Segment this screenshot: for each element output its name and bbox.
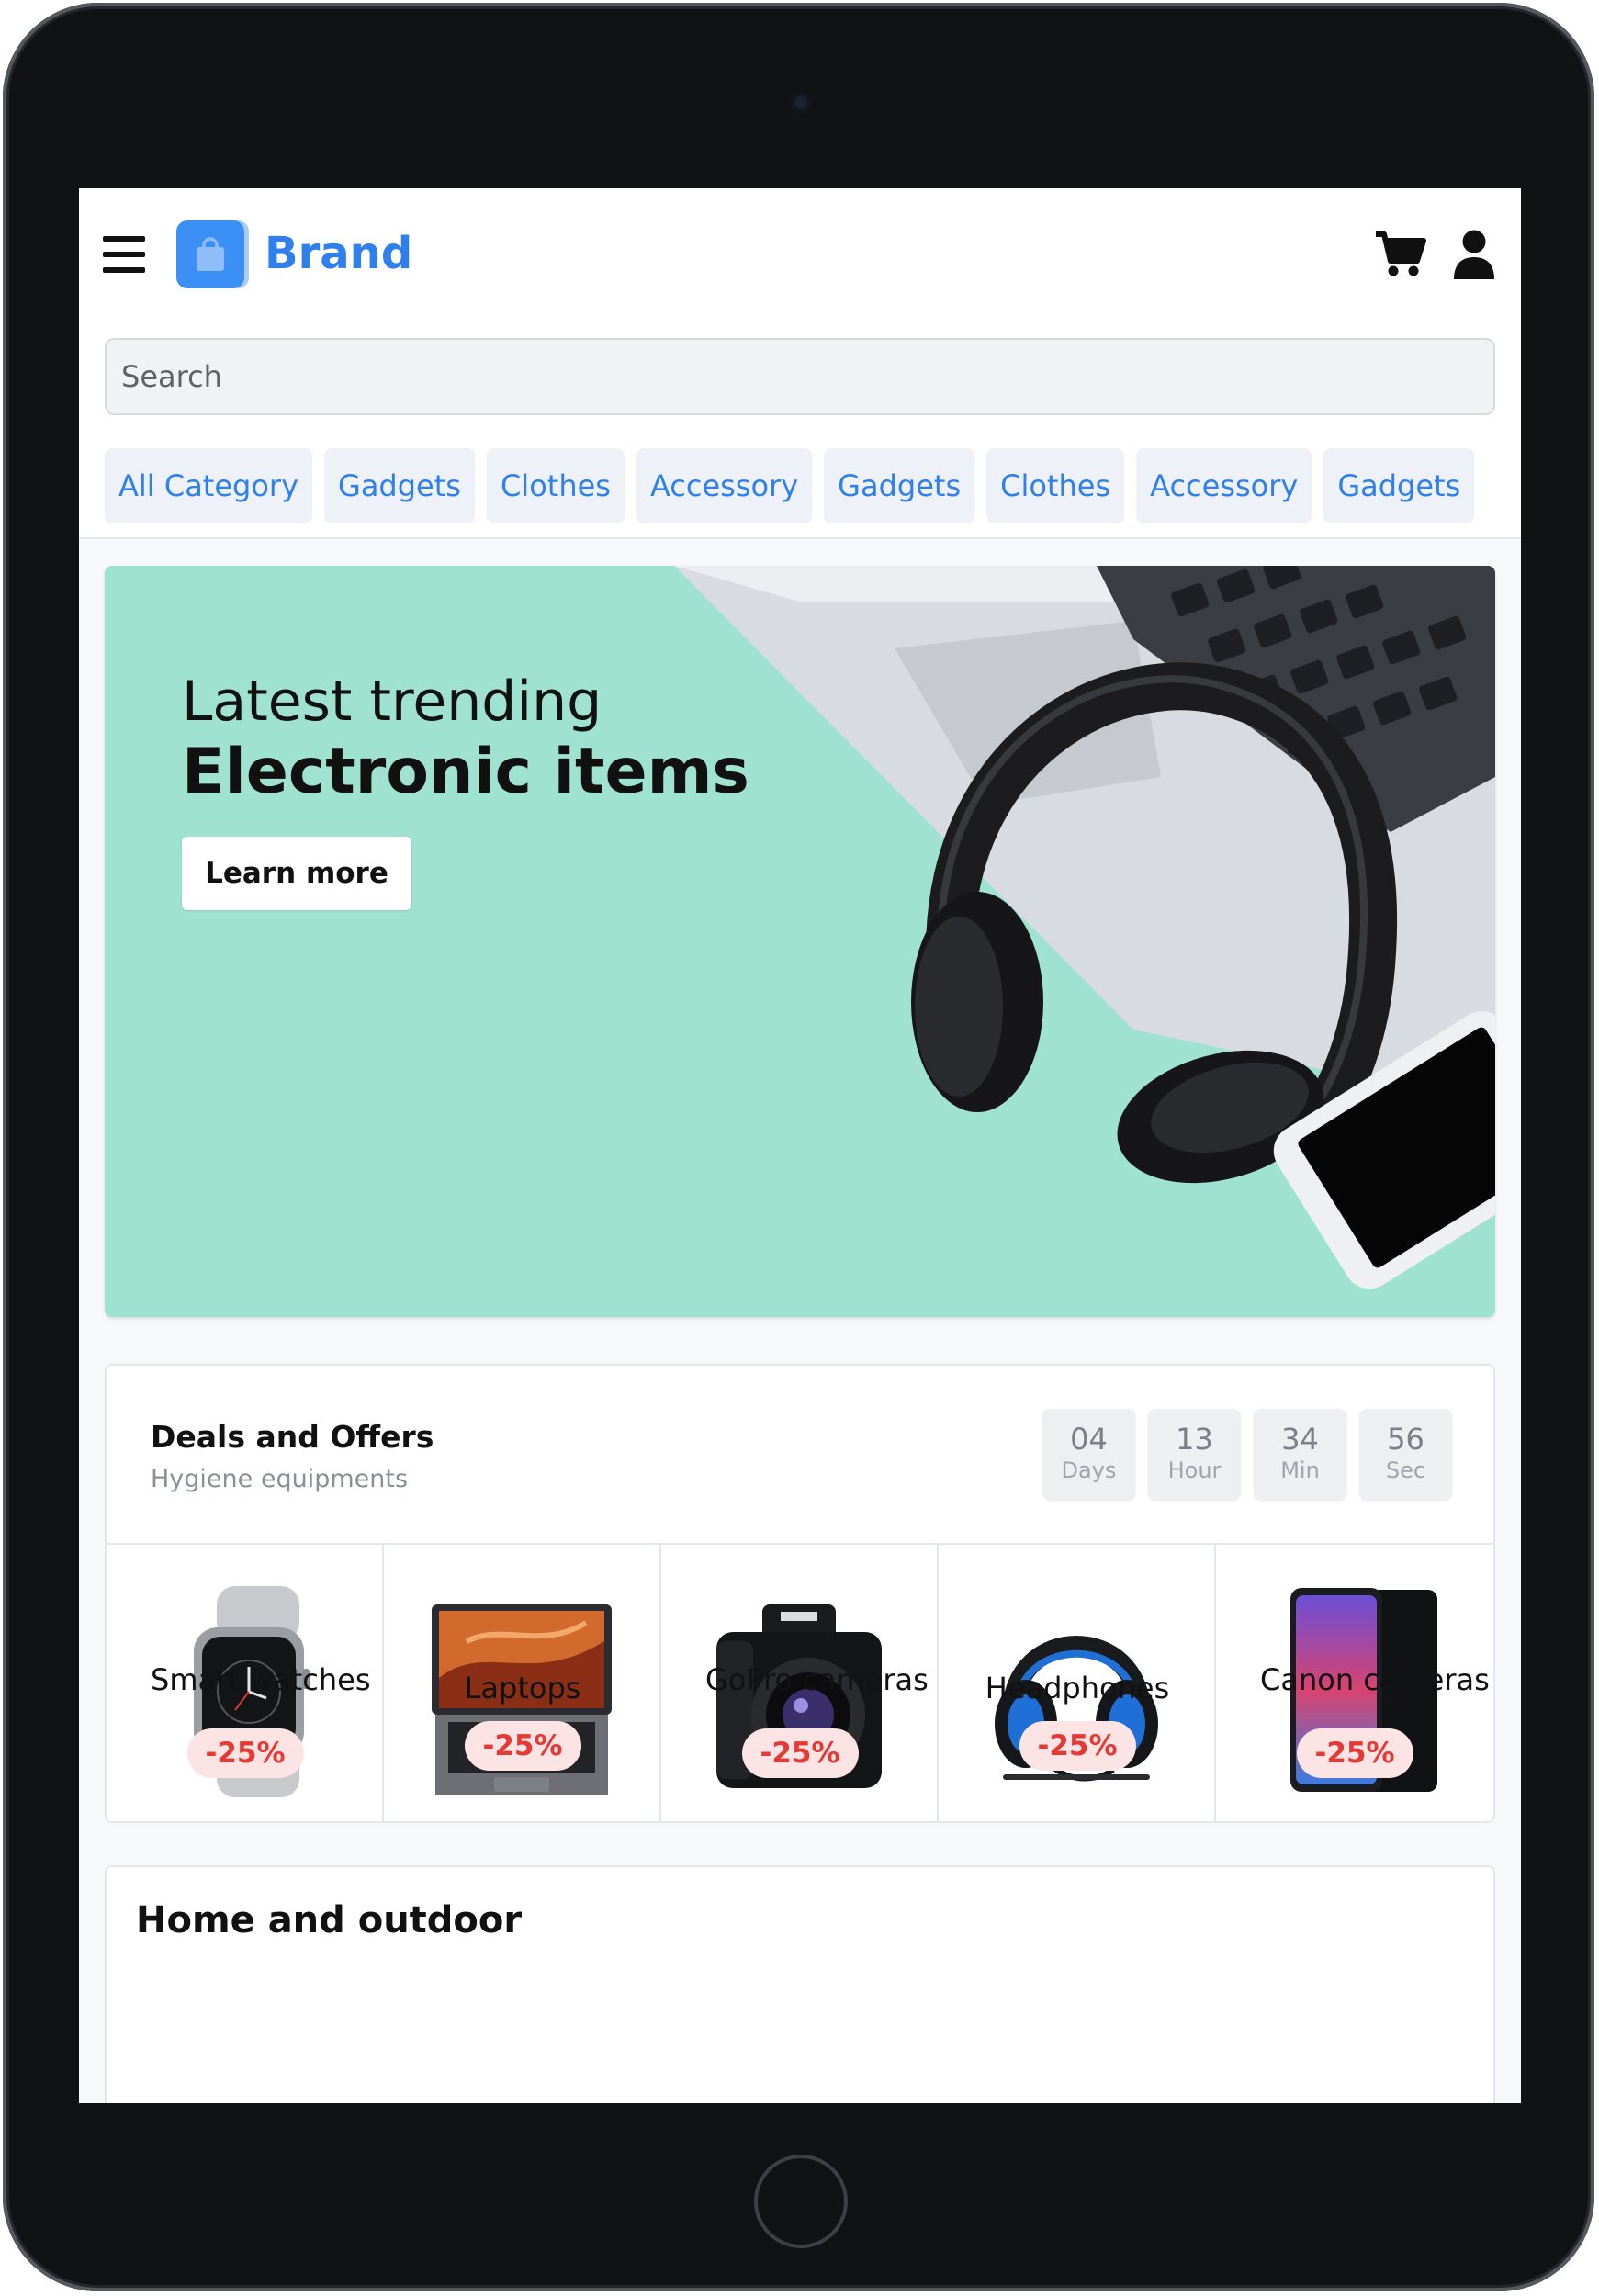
timer-unit: Days <box>1061 1458 1117 1483</box>
discount-badge: -25% <box>464 1721 581 1771</box>
timer-seconds: 56 Sec <box>1359 1409 1452 1500</box>
front-camera <box>791 93 811 113</box>
timer-value: 56 <box>1387 1422 1424 1457</box>
deals-section: Deals and Offers Hygiene equipments 04 D… <box>105 1364 1495 1823</box>
timer-minutes: 34 Min <box>1254 1409 1346 1500</box>
timer-hours: 13 Hour <box>1148 1409 1241 1500</box>
app-screen: Brand All CategoryGadgetsClothesAccessor… <box>79 188 1521 2103</box>
home-outdoor-section: Home and outdoor <box>105 1865 1495 2103</box>
deal-product-card[interactable]: Canon cameras -25% <box>1216 1545 1493 1821</box>
category-tab[interactable]: Clothes <box>986 448 1125 523</box>
hero-heading-line2: Electronic items <box>182 736 749 808</box>
deals-title: Deals and Offers <box>151 1419 434 1455</box>
category-tab[interactable]: Accessory <box>1136 448 1312 523</box>
timer-value: 04 <box>1070 1422 1108 1457</box>
product-name: Canon cameras <box>1260 1662 1490 1697</box>
timer-days: 04 Days <box>1042 1409 1135 1500</box>
deal-product-card[interactable]: Smart watches -25% <box>107 1545 384 1821</box>
product-name: Laptops <box>464 1671 581 1705</box>
timer-value: 34 <box>1281 1422 1319 1457</box>
category-tab[interactable]: Gadgets <box>824 448 975 523</box>
section-title: Home and outdoor <box>136 1899 523 1941</box>
category-tab[interactable]: Clothes <box>486 448 625 523</box>
hamburger-menu-icon[interactable] <box>103 236 145 273</box>
product-name: Headphones <box>985 1671 1170 1705</box>
deals-subtitle: Hygiene equipments <box>151 1465 409 1493</box>
hero-heading-line1: Latest trending <box>182 670 602 734</box>
category-tab[interactable]: Gadgets <box>324 448 475 523</box>
product-name: GoPro cameras <box>705 1662 929 1697</box>
timer-unit: Hour <box>1167 1458 1222 1483</box>
category-tab[interactable]: Gadgets <box>1323 448 1475 523</box>
app-header: Brand All CategoryGadgetsClothesAccessor… <box>79 188 1521 539</box>
category-tabs: All Category Gadgets Clothes Accessory Gadge… <box>105 448 1521 523</box>
deals-header: Deals and Offers Hygiene equipments 04 D… <box>107 1366 1493 1545</box>
discount-badge: -25% <box>1296 1728 1413 1778</box>
user-icon[interactable] <box>1452 230 1496 283</box>
category-tab[interactable]: Accessory <box>636 448 813 523</box>
discount-badge: -25% <box>741 1728 859 1778</box>
category-tab[interactable]: All Category <box>105 448 313 523</box>
search-input[interactable] <box>105 338 1495 415</box>
shopping-bag-icon[interactable] <box>176 220 244 288</box>
deal-product-card[interactable]: Headphones -25% <box>939 1545 1216 1821</box>
shopping-cart-icon[interactable] <box>1374 230 1427 283</box>
product-name: Smart watches <box>151 1662 371 1697</box>
discount-badge: -25% <box>186 1728 304 1778</box>
deal-product-card[interactable]: GoPro cameras -25% <box>661 1545 939 1821</box>
timer-value: 13 <box>1176 1422 1213 1457</box>
home-button[interactable] <box>754 2155 848 2248</box>
timer-unit: Sec <box>1385 1458 1426 1483</box>
brand-name[interactable]: Brand <box>265 225 412 282</box>
hero-banner: Latest trending Electronic items Learn m… <box>105 566 1495 1317</box>
discount-badge: -25% <box>1019 1721 1136 1771</box>
deal-product-card[interactable]: Laptops -25% <box>384 1545 661 1821</box>
timer-unit: Min <box>1280 1458 1320 1483</box>
learn-more-button[interactable]: Learn more <box>182 837 411 910</box>
